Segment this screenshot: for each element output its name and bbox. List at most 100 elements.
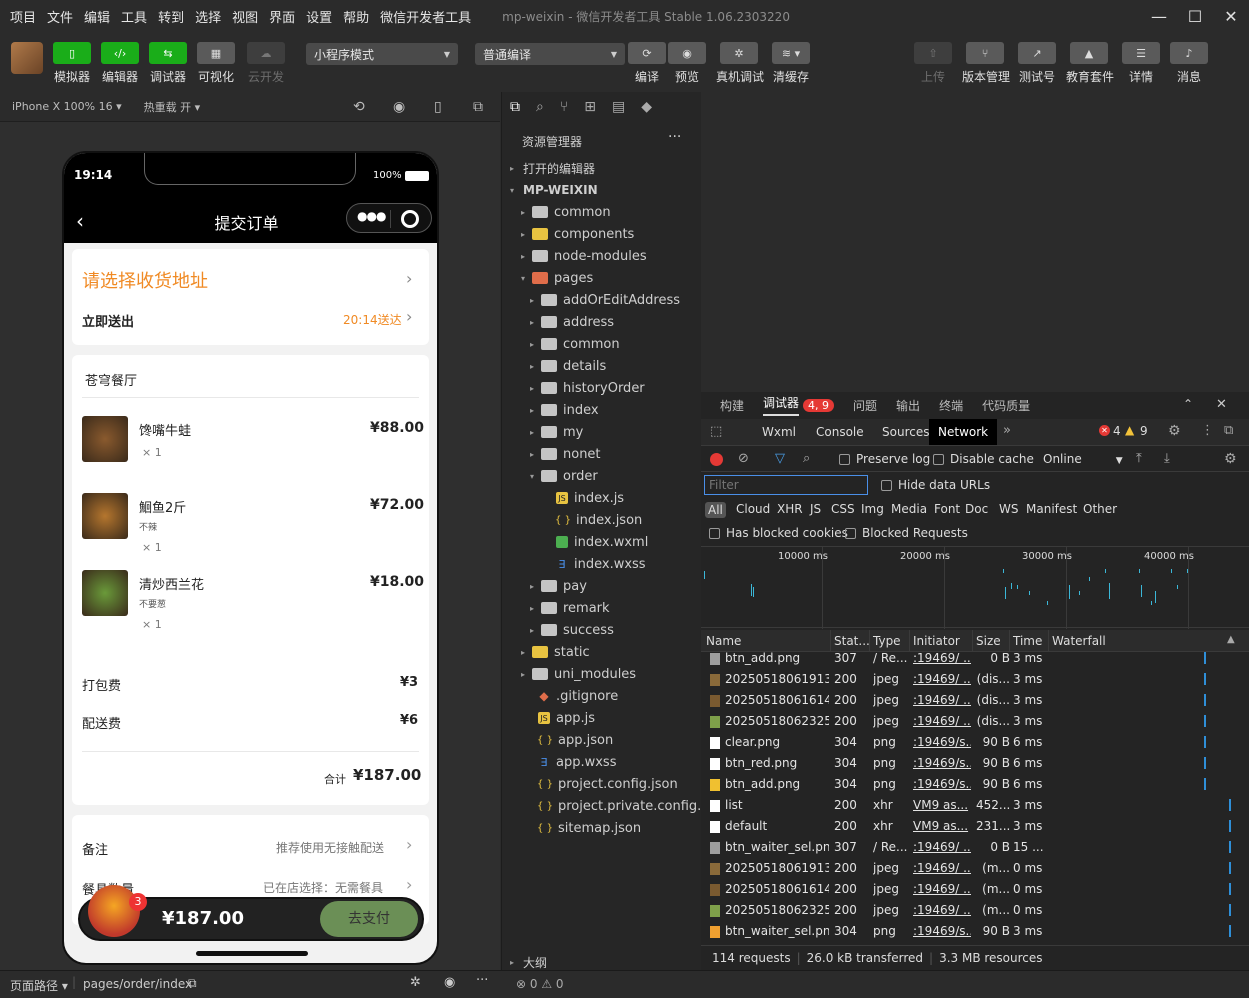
details-button[interactable]: ☰ 详情 [1118,42,1164,85]
tree-item[interactable]: ▸ addOrEditAddress [502,289,702,311]
tree-item[interactable]: ▸ common [502,333,702,355]
menu-item[interactable]: 文件 [47,7,73,26]
tree-item[interactable]: ▸ pay [502,575,702,597]
more-icon[interactable]: ··· [668,129,681,145]
upload-button[interactable]: ⇧ 上传 [910,42,956,85]
column-header[interactable]: Type [873,634,901,648]
tree-item[interactable]: ▸ details [502,355,702,377]
record-icon[interactable] [710,453,723,466]
type-filter[interactable]: Cloud [736,502,770,516]
device-select[interactable]: iPhone X 100% 16 ▾ [12,100,122,113]
tree-item[interactable]: ▸ node-modules [502,245,702,267]
timeline-overview[interactable]: 10000 ms 20000 ms 30000 ms 40000 ms [701,546,1249,629]
type-filter[interactable]: XHR [777,502,803,516]
kebab-icon[interactable]: ⋮ [1201,423,1214,438]
close-miniprogram-icon[interactable] [401,210,419,228]
export-har-icon[interactable]: ⤓ [1164,451,1170,466]
column-header[interactable]: Stat... [834,634,870,648]
tree-item[interactable]: { } project.config.json [502,773,702,795]
panel-tab[interactable]: 终端 [939,397,963,414]
panel-tab[interactable]: 构建 [720,397,744,414]
sort-icon[interactable]: ▲ [1227,634,1235,645]
tree-item[interactable]: ▸ remark [502,597,702,619]
menu-item[interactable]: 选择 [195,7,221,26]
table-row[interactable]: 20250518061913... 200 jpeg:19469/ ... (m...… [701,858,1249,879]
disable-cache-checkbox[interactable]: Disable cache [933,452,1034,466]
files-icon[interactable]: ⧉ [510,99,520,115]
edu-button[interactable]: ▲ 教育套件 [1066,42,1114,85]
tree-item[interactable]: ▸ uni_modules [502,663,702,685]
collapse-icon[interactable]: ⌃ [1183,397,1193,411]
editor-button[interactable]: ‹/› 编辑器 [97,42,143,85]
menu-item[interactable]: 帮助 [343,7,369,26]
network-settings-icon[interactable]: ⚙ [1224,451,1237,467]
request-initiator[interactable]: VM9 as... [913,798,971,812]
tree-item[interactable]: ▾ order [502,465,702,487]
type-filter[interactable]: Manifest [1026,502,1077,516]
extensions-icon[interactable]: ⊞ [584,99,596,115]
table-row[interactable]: 20250518061614... 200 jpeg:19469/ ... (m...… [701,879,1249,900]
outline-section[interactable]: ▸ 大纲 [502,953,702,971]
messages-button[interactable]: ♪ 消息 [1166,42,1212,85]
type-filter[interactable]: Other [1083,502,1117,516]
test-account-button[interactable]: ↗ 测试号 [1014,42,1060,85]
hide-data-urls-checkbox[interactable]: Hide data URLs [881,478,990,492]
tree-item[interactable]: ▸ historyOrder [502,377,702,399]
preserve-log-checkbox[interactable]: Preserve log [839,452,930,466]
menu-item[interactable]: 项目 [10,7,36,26]
device-icon[interactable]: ▯ [434,99,442,115]
more-tabs-icon[interactable]: » [1003,423,1011,438]
table-row[interactable]: default 200 xhr VM9 as... 231... 3 ms [701,816,1249,837]
type-filter[interactable]: Media [891,502,927,516]
tree-item[interactable]: ▸ my [502,421,702,443]
type-filter[interactable]: CSS [831,502,855,516]
menu-item[interactable]: 工具 [121,7,147,26]
table-row[interactable]: btn_waiter_sel.png 304 png:19469/s... 90 B3… [701,921,1249,942]
tree-item[interactable]: ▸ index [502,399,702,421]
rotate-icon[interactable]: ⟲ [353,99,365,115]
popout-icon[interactable]: ⧉ [473,99,483,115]
column-header[interactable]: Name [706,634,741,648]
table-row[interactable]: 20250518061913... 200 jpeg:19469/ ... (dis.… [701,669,1249,690]
tree-item[interactable]: ▸ nonet [502,443,702,465]
close-panel-icon[interactable]: ✕ [1216,397,1227,412]
type-filter[interactable]: Font [934,502,960,516]
table-row[interactable]: 20250518062325... 200 jpeg:19469/ ... (dis.… [701,711,1249,732]
hot-reload-select[interactable]: 热重载 开 ▾ [144,99,201,115]
table-row[interactable]: clear.png 304 png:19469/s... 90 B6 ms [701,732,1249,753]
settings-icon[interactable]: ⚙ [1168,423,1181,439]
tree-item[interactable]: JS index.js [502,487,702,509]
request-initiator[interactable]: :19469/s... [913,756,971,770]
more-dots-icon[interactable]: ●●● [357,209,386,223]
docker-icon[interactable]: ◆ [641,99,652,115]
remote-debug-button[interactable]: ✲ 真机调试 [716,42,764,85]
table-row[interactable]: btn_add.png 304 png:19469/s... 90 B6 ms [701,774,1249,795]
tree-item[interactable]: { } project.private.config.js... [502,795,702,817]
tab-console[interactable]: Console [807,419,873,445]
maximize-icon[interactable]: ☐ [1177,0,1213,32]
tab-wxml[interactable]: Wxml [753,419,805,445]
request-initiator[interactable]: :19469/ ... [913,861,971,875]
git-icon[interactable]: ⑂ [560,99,568,115]
table-row[interactable]: 20250518061614... 200 jpeg:19469/ ... (dis.… [701,690,1249,711]
table-row[interactable]: 20250518062325... 200 jpeg:19469/ ... (m...… [701,900,1249,921]
debugger-button[interactable]: ⇆ 调试器 [145,42,191,85]
panel-tab[interactable]: 问题 [853,397,877,414]
request-initiator[interactable]: :19469/ ... [913,693,971,707]
column-header[interactable]: Time [1013,634,1042,648]
menu-item[interactable]: 视图 [232,7,258,26]
cloud-button[interactable]: ☁ 云开发 [243,42,289,85]
panel-tab[interactable]: 输出 [896,397,920,414]
tree-item[interactable]: index.wxml [502,531,702,553]
menu-item[interactable]: 界面 [269,7,295,26]
close-icon[interactable]: ✕ [1213,0,1249,32]
avatar[interactable] [11,42,43,74]
panel-tab[interactable]: 调试器 [763,394,800,416]
column-header[interactable]: Initiator [913,634,960,648]
request-initiator[interactable]: :19469/ ... [913,882,971,896]
visual-button[interactable]: ▦ 可视化 [193,42,239,85]
open-editors-section[interactable]: ▸ 打开的编辑器 [502,157,702,179]
request-initiator[interactable]: :19469/ ... [913,714,971,728]
tree-item[interactable]: { } sitemap.json [502,817,702,839]
tree-item[interactable]: ▾ pages [502,267,702,289]
